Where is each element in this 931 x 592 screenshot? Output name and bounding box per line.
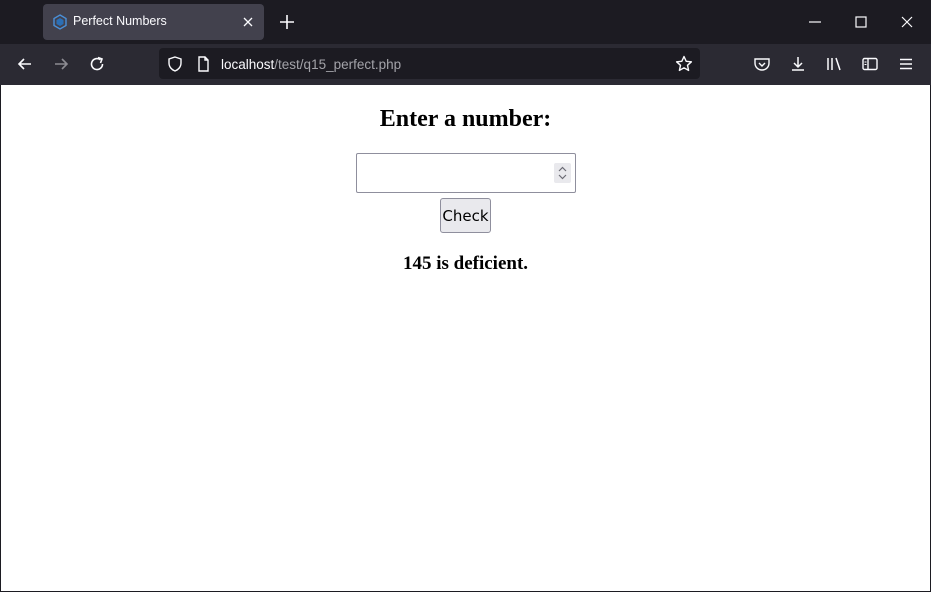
page-icon[interactable]	[193, 54, 213, 74]
tab-title: Perfect Numbers	[73, 14, 167, 28]
page-content: Enter a number: Check 145 is deficient.	[1, 85, 930, 591]
check-button[interactable]: Check	[440, 198, 491, 233]
reload-icon[interactable]	[87, 54, 107, 74]
close-window-icon[interactable]	[897, 12, 917, 32]
menu-hamburger-icon[interactable]	[896, 54, 916, 74]
result-text: 145 is deficient.	[402, 253, 529, 274]
shield-icon[interactable]	[165, 54, 185, 74]
back-arrow-icon[interactable]	[15, 54, 35, 74]
url-text[interactable]: localhost/test/q15_perfect.php	[221, 57, 401, 72]
tab-strip: Perfect Numbers	[0, 0, 931, 44]
minimize-icon[interactable]	[805, 12, 825, 32]
tab-perfect-numbers[interactable]: Perfect Numbers	[43, 4, 264, 40]
url-path: /test/q15_perfect.php	[274, 57, 402, 72]
close-tab-icon[interactable]	[239, 13, 257, 31]
page-heading: Enter a number:	[379, 106, 552, 132]
url-host: localhost	[221, 57, 275, 72]
url-bar[interactable]: localhost/test/q15_perfect.php	[159, 48, 700, 79]
php-favicon-icon	[52, 14, 68, 30]
bookmark-star-icon[interactable]	[674, 54, 694, 74]
navigation-toolbar: localhost/test/q15_perfect.php	[0, 44, 931, 85]
sidebar-icon[interactable]	[860, 54, 880, 74]
forward-arrow-icon[interactable]	[51, 54, 71, 74]
new-tab-icon[interactable]	[276, 11, 298, 33]
maximize-icon[interactable]	[851, 12, 871, 32]
library-icon[interactable]	[824, 54, 844, 74]
number-input[interactable]	[356, 153, 576, 193]
spin-buttons[interactable]	[554, 163, 571, 183]
downloads-icon[interactable]	[788, 54, 808, 74]
pocket-icon[interactable]	[752, 54, 772, 74]
